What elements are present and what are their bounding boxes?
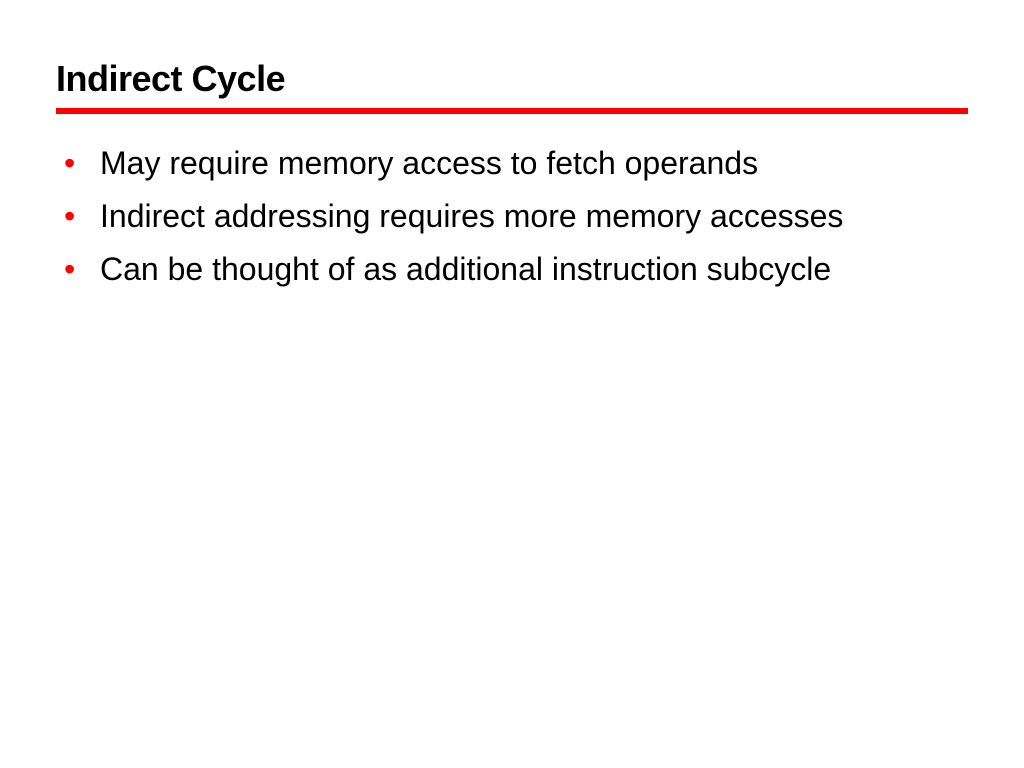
list-item: May require memory access to fetch opera… [92, 142, 968, 185]
list-item: Can be thought of as additional instruct… [92, 248, 968, 291]
slide: Indirect Cycle May require memory access… [0, 0, 1024, 768]
list-item: Indirect addressing requires more memory… [92, 195, 968, 238]
bullet-list: May require memory access to fetch opera… [56, 142, 968, 292]
title-underline [56, 108, 968, 114]
slide-title: Indirect Cycle [56, 58, 968, 106]
